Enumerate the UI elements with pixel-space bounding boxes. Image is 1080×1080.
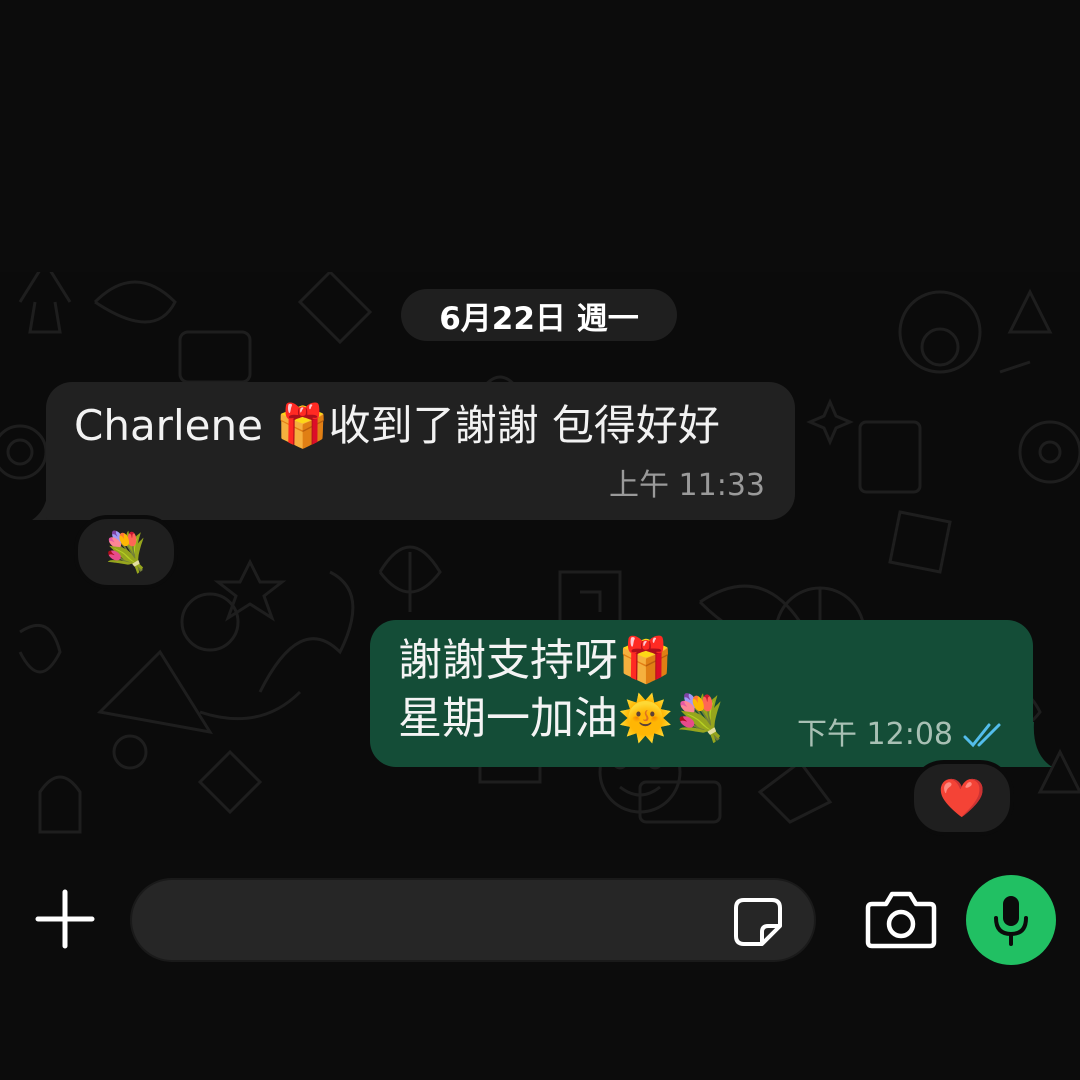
outgoing-message-line-1: 謝謝支持呀🎁 — [398, 635, 673, 686]
incoming-message-bubble[interactable]: Charlene 🎁收到了謝謝 包得好好 上午 11:33 — [46, 382, 795, 520]
outgoing-message-time: 下午 12:08 — [797, 717, 953, 752]
outgoing-message-bubble[interactable]: 謝謝支持呀🎁 星期一加油🌞💐 下午 12:08 — [370, 620, 1033, 767]
message-input-field[interactable] — [130, 878, 816, 962]
microphone-icon — [994, 896, 1028, 946]
outgoing-message-line-2: 星期一加油🌞💐 — [398, 693, 728, 744]
heart-reaction: ❤️ — [938, 776, 986, 820]
outgoing-reaction-badge[interactable]: ❤️ — [910, 760, 1014, 836]
date-separator: 6月22日 週一 — [401, 289, 677, 341]
plus-icon[interactable] — [30, 882, 100, 956]
bouquet-reaction: 💐 — [102, 530, 150, 574]
message-input[interactable] — [162, 894, 726, 950]
incoming-message-time: 上午 11:33 — [609, 468, 765, 503]
microphone-button[interactable] — [966, 875, 1056, 965]
top-blank-area — [0, 0, 1080, 272]
double-check-icon — [963, 723, 1001, 748]
sticker-icon[interactable] — [730, 894, 786, 950]
camera-icon[interactable] — [864, 888, 938, 952]
incoming-message-text: Charlene 🎁收到了謝謝 包得好好 — [74, 401, 720, 450]
incoming-reaction-badge[interactable]: 💐 — [74, 515, 178, 589]
